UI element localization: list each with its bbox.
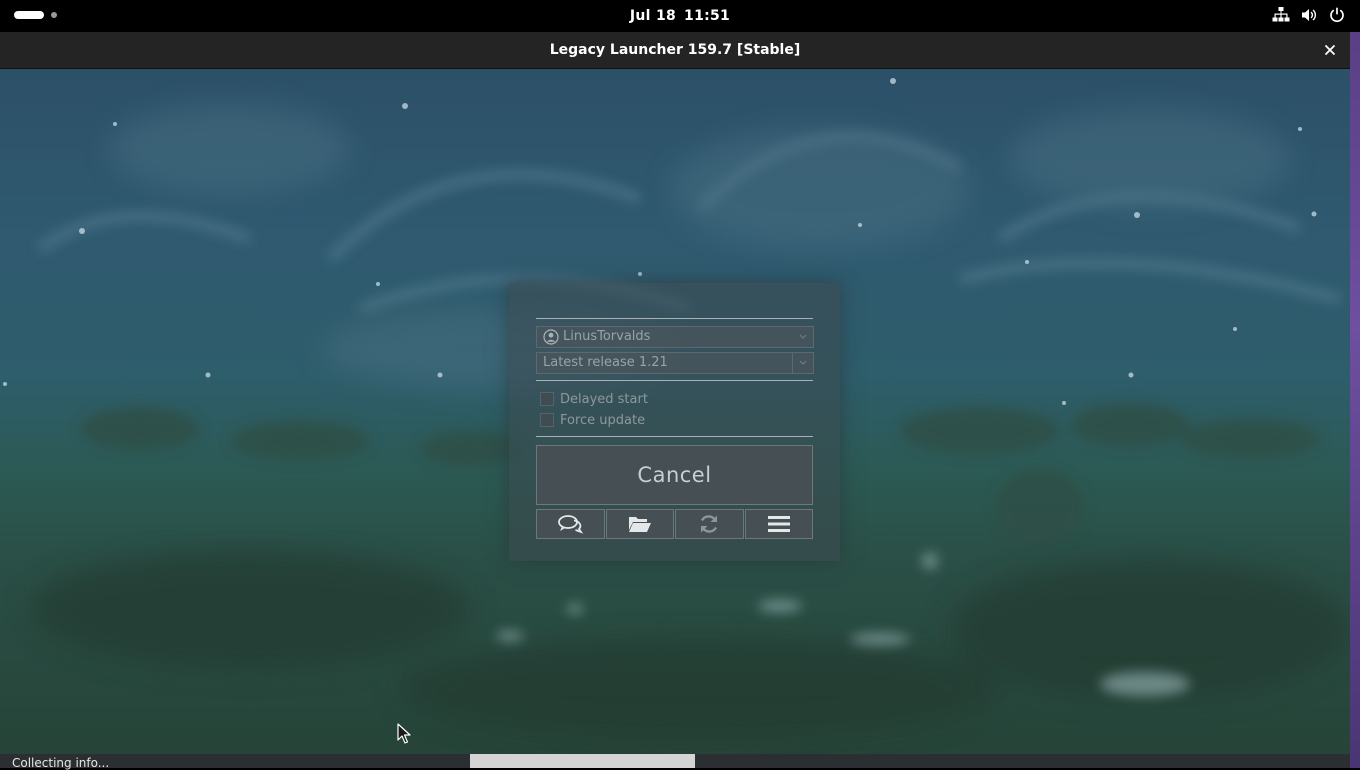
force-update-label: Force update bbox=[560, 412, 646, 428]
desktop-edge bbox=[1350, 32, 1360, 768]
clock[interactable]: Jul 18 11:51 bbox=[0, 0, 1360, 32]
power-icon[interactable] bbox=[1328, 6, 1346, 24]
login-panel: LinusTorvalds Latest release 1.21 Delaye… bbox=[509, 283, 840, 561]
menu-icon bbox=[767, 515, 790, 533]
chat-icon bbox=[557, 514, 584, 534]
refresh-button[interactable] bbox=[675, 509, 744, 539]
chat-button[interactable] bbox=[536, 509, 605, 539]
user-icon bbox=[543, 329, 559, 345]
delayed-start-option[interactable]: Delayed start bbox=[540, 390, 648, 408]
toolbar bbox=[536, 509, 813, 539]
system-tray[interactable] bbox=[1272, 6, 1346, 24]
folder-open-icon bbox=[628, 515, 652, 533]
divider bbox=[536, 380, 813, 381]
delayed-start-checkbox[interactable] bbox=[540, 392, 554, 406]
force-update-option[interactable]: Force update bbox=[540, 411, 645, 429]
cancel-button[interactable]: Cancel bbox=[536, 445, 813, 505]
open-folder-button[interactable] bbox=[605, 509, 674, 539]
clock-date: Jul 18 bbox=[629, 8, 677, 24]
top-bar: Jul 18 11:51 bbox=[0, 0, 1360, 32]
close-icon[interactable] bbox=[1320, 40, 1340, 60]
progress-bar bbox=[470, 754, 695, 768]
version-label: Latest release 1.21 bbox=[543, 355, 668, 370]
volume-icon[interactable] bbox=[1300, 6, 1318, 24]
status-bar: Collecting info... bbox=[0, 754, 1350, 770]
account-select[interactable]: LinusTorvalds bbox=[536, 326, 814, 348]
mouse-pointer-icon bbox=[397, 723, 411, 749]
force-update-checkbox[interactable] bbox=[540, 413, 554, 427]
version-select[interactable]: Latest release 1.21 bbox=[536, 352, 814, 374]
account-name: LinusTorvalds bbox=[563, 329, 651, 344]
delayed-start-label: Delayed start bbox=[560, 391, 648, 407]
clock-time: 11:51 bbox=[684, 8, 731, 24]
menu-button[interactable] bbox=[744, 509, 813, 539]
window-title: Legacy Launcher 159.7 [Stable] bbox=[549, 42, 801, 58]
window-titlebar[interactable]: Legacy Launcher 159.7 [Stable] bbox=[0, 32, 1350, 69]
progress-fill bbox=[470, 754, 695, 768]
divider bbox=[536, 436, 813, 437]
network-icon[interactable] bbox=[1272, 6, 1290, 24]
chevron-down-icon[interactable] bbox=[792, 353, 813, 373]
chevron-down-icon[interactable] bbox=[793, 327, 813, 347]
divider bbox=[536, 318, 813, 319]
refresh-icon bbox=[698, 514, 720, 534]
